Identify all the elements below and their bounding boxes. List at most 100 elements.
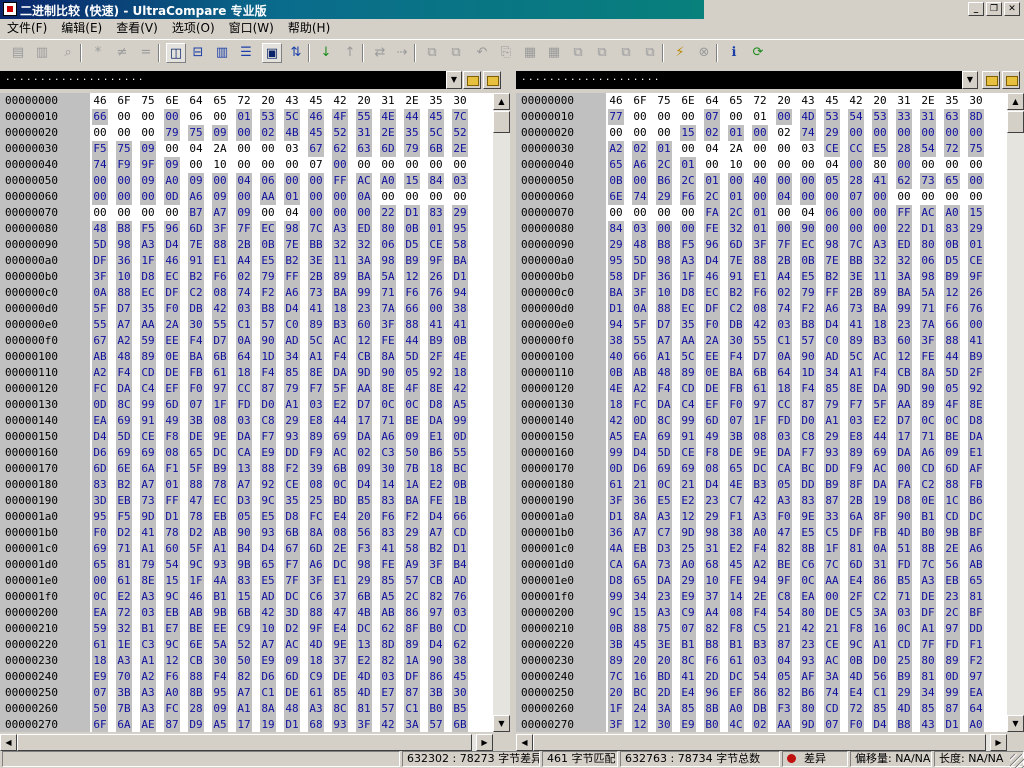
hex-byte-diff[interactable]: 9D (140, 509, 156, 525)
hex-byte-diff[interactable]: A9 (404, 557, 420, 573)
hex-byte-diff[interactable]: CD (140, 365, 156, 381)
hex-byte-diff[interactable]: 49 (164, 413, 180, 429)
hex-byte-diff[interactable]: 03 (452, 605, 468, 621)
hex-byte-diff[interactable]: DF (632, 269, 648, 285)
right-scroll-left-button[interactable]: ◀ (516, 734, 533, 751)
hex-byte-diff[interactable]: 7F (284, 573, 300, 589)
hex-byte-diff[interactable]: E5 (260, 573, 276, 589)
hex-byte-diff[interactable]: 5F (92, 301, 108, 317)
hex-byte-diff[interactable]: 42 (752, 317, 768, 333)
hex-byte-diff[interactable]: B2 (188, 269, 204, 285)
hex-byte-diff[interactable]: B3 (752, 637, 768, 653)
hex-byte-diff[interactable]: 60 (896, 333, 912, 349)
hex-byte-diff[interactable]: F4 (116, 365, 132, 381)
hex-byte-diff[interactable]: A1 (140, 653, 156, 669)
hex-byte-diff[interactable]: 15 (236, 589, 252, 605)
hex-byte-diff[interactable]: 83 (944, 221, 960, 237)
hex-byte-diff[interactable]: 01 (752, 221, 768, 237)
hex-byte[interactable]: 00 (920, 189, 936, 205)
hex-byte-diff[interactable]: 9F (140, 157, 156, 173)
hex-byte-diff[interactable]: 90 (920, 381, 936, 397)
hex-byte-diff[interactable]: BA (728, 365, 744, 381)
hex-byte-diff[interactable]: 89 (848, 445, 864, 461)
hex-byte-diff[interactable]: D2 (188, 525, 204, 541)
hex-byte-diff[interactable]: 70 (116, 669, 132, 685)
hex-byte-diff[interactable]: 37 (332, 653, 348, 669)
hex-byte-diff[interactable]: 1A (404, 653, 420, 669)
hex-byte-diff[interactable]: DC (212, 445, 228, 461)
hex-byte-diff[interactable]: FF (332, 173, 348, 189)
hex-byte-diff[interactable]: 00 (680, 221, 696, 237)
hex-byte-diff[interactable]: 18 (776, 381, 792, 397)
hex-byte-diff[interactable]: 15 (680, 125, 696, 141)
hex-byte-diff[interactable]: 29 (824, 429, 840, 445)
left-file-path[interactable]: · · · · · · · · · · · · · · · · · · · · (0, 71, 446, 89)
hex-byte-diff[interactable]: 5D (404, 349, 420, 365)
hex-byte-diff[interactable]: 40 (608, 349, 624, 365)
hex-byte-diff[interactable]: C9 (308, 669, 324, 685)
hex-byte-diff[interactable]: 83 (380, 525, 396, 541)
hex-byte-diff[interactable]: A0 (944, 205, 960, 221)
hex-byte-diff[interactable]: 53 (872, 109, 888, 125)
hex-byte-diff[interactable]: FE (704, 221, 720, 237)
hex-byte-diff[interactable]: AE (140, 717, 156, 732)
hex-byte-diff[interactable]: 8A (380, 349, 396, 365)
hex-byte-diff[interactable]: 4B (284, 125, 300, 141)
hex-byte-diff[interactable]: 90 (260, 333, 276, 349)
hex-byte-diff[interactable]: 09 (212, 125, 228, 141)
hex-byte-diff[interactable]: 7C (608, 669, 624, 685)
hex-byte-diff[interactable]: B9 (404, 253, 420, 269)
right-scroll-thumb[interactable] (1007, 111, 1024, 133)
hex-byte-diff[interactable]: E1 (752, 269, 768, 285)
hex-byte-diff[interactable]: C5 (752, 621, 768, 637)
hex-byte-diff[interactable]: 2E (332, 541, 348, 557)
hex-byte[interactable]: 45 (308, 93, 324, 109)
hex-byte-diff[interactable]: F0 (848, 717, 864, 732)
hex-byte-diff[interactable]: 87 (164, 717, 180, 732)
hex-byte-diff[interactable]: 3A (356, 253, 372, 269)
hex-byte-diff[interactable]: ED (356, 221, 372, 237)
hex-byte-diff[interactable]: 4F (332, 109, 348, 125)
hex-byte-diff[interactable]: 48 (656, 365, 672, 381)
hex-byte-diff[interactable]: 91 (140, 413, 156, 429)
hex-byte-diff[interactable]: E2 (116, 589, 132, 605)
hex-byte-diff[interactable]: 23 (704, 493, 720, 509)
hex-byte-diff[interactable]: CD (944, 509, 960, 525)
hex-byte-diff[interactable]: 61 (308, 685, 324, 701)
hex-byte-diff[interactable]: C4 (680, 397, 696, 413)
hex-byte-diff[interactable]: D6 (632, 461, 648, 477)
hex-byte-diff[interactable]: 21 (680, 477, 696, 493)
hex-byte-diff[interactable]: 2F (428, 349, 444, 365)
stop-icon[interactable]: ⊗ (694, 43, 714, 63)
hex-byte[interactable]: 43 (284, 93, 300, 109)
hex-byte-diff[interactable]: B8 (704, 637, 720, 653)
hex-byte-diff[interactable]: B2 (728, 285, 744, 301)
hex-byte-diff[interactable]: AB (188, 605, 204, 621)
hex-byte-diff[interactable]: 01 (164, 477, 180, 493)
hex-byte-diff[interactable]: 00 (824, 221, 840, 237)
hex-byte-diff[interactable]: FE (380, 333, 396, 349)
hex-byte-diff[interactable]: A3 (776, 493, 792, 509)
hex-byte-diff[interactable]: E9 (680, 717, 696, 732)
left-scroll-left-button[interactable]: ◀ (0, 734, 17, 751)
hex-byte-diff[interactable]: 03 (632, 221, 648, 237)
hex-byte-diff[interactable]: A1 (920, 621, 936, 637)
hex-byte-diff[interactable]: CE (680, 445, 696, 461)
hex-byte-diff[interactable]: 03 (896, 605, 912, 621)
hex-byte[interactable]: 00 (140, 109, 156, 125)
hex-byte-diff[interactable]: 89 (308, 317, 324, 333)
hex-byte-diff[interactable]: D1 (404, 205, 420, 221)
hex-byte-diff[interactable]: 29 (656, 189, 672, 205)
hex-byte[interactable]: 2A (728, 141, 744, 157)
hex-byte-diff[interactable]: 46 (704, 269, 720, 285)
left-scroll-thumb[interactable] (493, 111, 510, 133)
hex-byte-diff[interactable]: B9 (212, 461, 228, 477)
hex-byte-diff[interactable]: EC (800, 237, 816, 253)
hex-byte-diff[interactable]: DA (332, 365, 348, 381)
hex-byte-diff[interactable]: A7 (656, 333, 672, 349)
hex-byte-diff[interactable]: 6A (632, 557, 648, 573)
hex-byte-diff[interactable]: E5 (872, 141, 888, 157)
hex-byte-diff[interactable]: 8C (656, 413, 672, 429)
hex-byte-diff[interactable]: 21 (632, 477, 648, 493)
hex-byte-diff[interactable]: 3F (92, 269, 108, 285)
